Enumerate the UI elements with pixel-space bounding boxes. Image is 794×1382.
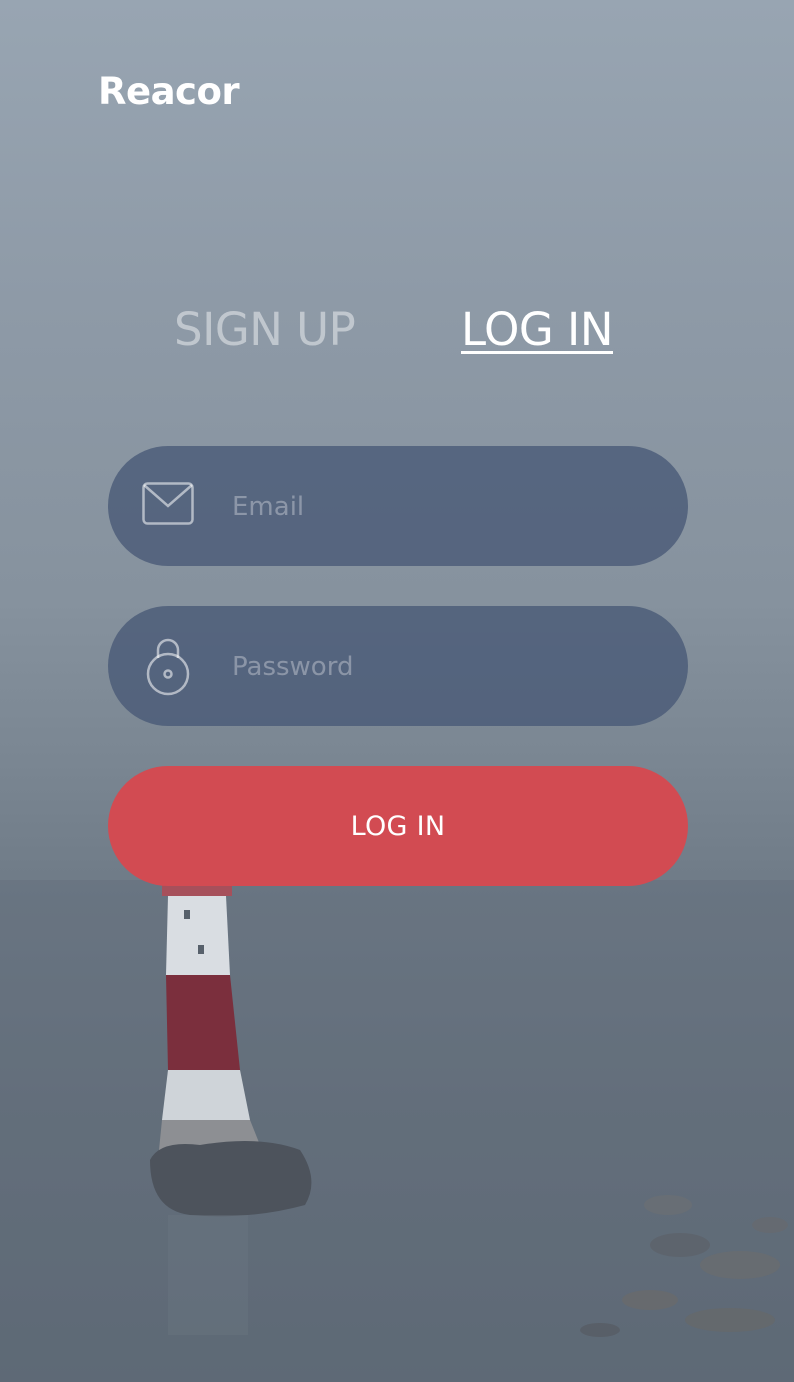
brand-logo: Reacor (98, 70, 240, 113)
lock-icon (144, 636, 196, 696)
password-input[interactable] (230, 636, 654, 698)
tab-signup[interactable]: SIGN UP (174, 302, 356, 358)
email-input[interactable] (230, 476, 654, 538)
email-field[interactable] (108, 446, 688, 566)
password-field[interactable] (108, 606, 688, 726)
login-button[interactable]: LOG IN (108, 766, 688, 886)
envelope-icon (142, 482, 194, 534)
tab-login[interactable]: LOG IN (461, 302, 614, 358)
